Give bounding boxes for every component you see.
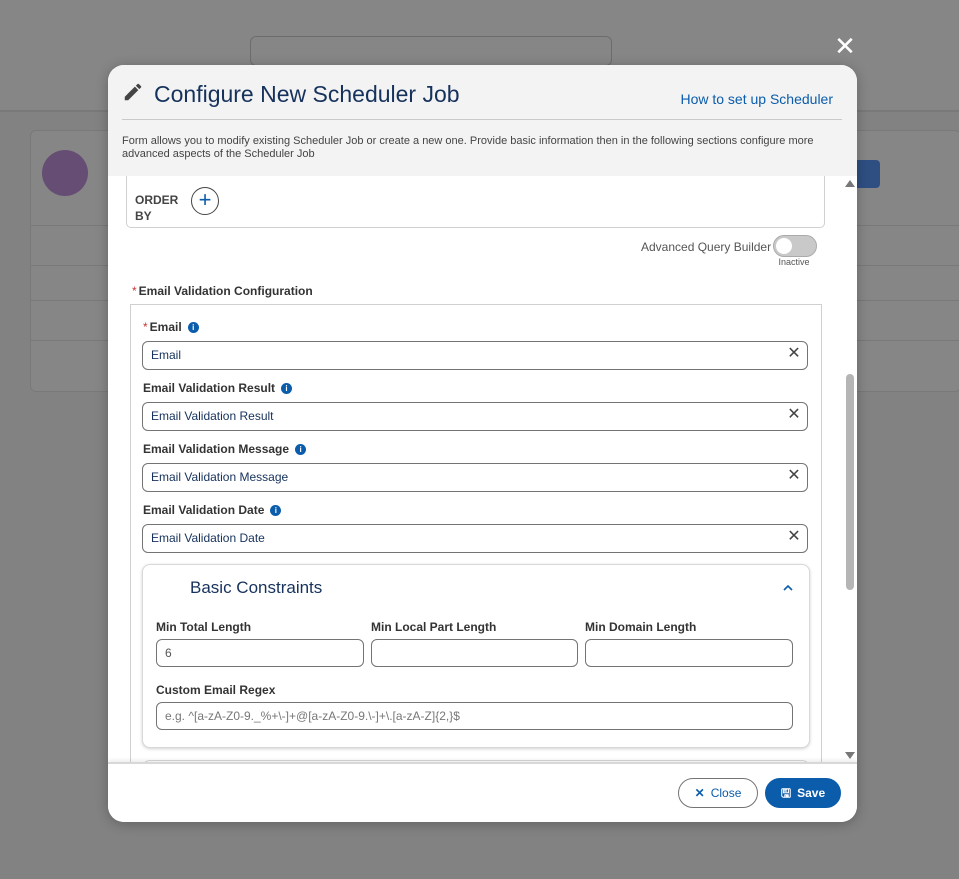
save-button-label: Save	[797, 786, 826, 800]
min-total-length-label: Min Total Length	[156, 620, 252, 634]
modal-description: Form allows you to modify existing Sched…	[122, 135, 814, 160]
email-validation-date-label: Email Validation Date i	[143, 503, 282, 517]
input-value: 6	[165, 646, 172, 660]
scrollbar-thumb[interactable]	[846, 374, 854, 590]
clear-icon[interactable]: ✕	[787, 346, 801, 362]
info-icon[interactable]: i	[270, 505, 282, 516]
custom-email-regex-label: Custom Email Regex	[156, 683, 276, 697]
min-domain-length-label: Min Domain Length	[585, 620, 697, 634]
basic-constraints-card: Basic Constraints Min Total Length 6 Min…	[142, 564, 810, 748]
chevron-up-icon[interactable]	[781, 581, 795, 595]
help-link[interactable]: How to set up Scheduler	[680, 91, 833, 107]
email-validation-result-input[interactable]: Email Validation Result ✕	[142, 402, 808, 431]
advanced-query-builder-label: Advanced Query Builder	[641, 240, 772, 254]
field-value: Email Validation Date	[151, 531, 265, 545]
order-by-label: ORDER BY	[135, 193, 179, 223]
required-marker: *	[132, 284, 137, 298]
modal-header: Configure New Scheduler Job How to set u…	[108, 65, 857, 177]
clear-icon[interactable]: ✕	[787, 529, 801, 545]
add-order-by-button[interactable]: +	[191, 187, 219, 215]
field-label-text: Email	[149, 320, 182, 334]
field-label-text: Email Validation Message	[143, 442, 290, 456]
scroll-down-arrow[interactable]	[845, 752, 855, 759]
pencil-icon	[124, 83, 142, 101]
min-domain-length-input[interactable]	[585, 639, 793, 667]
save-icon: 🖫	[780, 786, 792, 800]
email-validation-date-input[interactable]: Email Validation Date ✕	[142, 524, 808, 553]
toggle-state-label: Inactive	[778, 257, 810, 267]
regex-placeholder: e.g. ^[a-zA-Z0-9._%+\-]+@[a-zA-Z0-9.\-]+…	[165, 709, 460, 723]
email-field-input[interactable]: Email ✕	[142, 341, 808, 370]
modal-body[interactable]: ORDER BY + Advanced Query Builder Inacti…	[108, 176, 857, 762]
min-local-part-length-label: Min Local Part Length	[371, 620, 497, 634]
field-label-text: Email Validation Result	[143, 381, 276, 395]
modal-footer: ✕ Close 🖫 Save	[108, 762, 857, 822]
email-validation-message-input[interactable]: Email Validation Message ✕	[142, 463, 808, 492]
close-button[interactable]: ✕ Close	[678, 778, 758, 808]
email-validation-section: * Email i Email ✕ Email Validation Result i…	[130, 304, 822, 762]
email-validation-message-label: Email Validation Message i	[143, 442, 307, 456]
required-marker: *	[143, 320, 148, 334]
modal-close-icon[interactable]: ✕	[834, 33, 856, 59]
clear-icon[interactable]: ✕	[787, 468, 801, 484]
save-button[interactable]: 🖫 Save	[765, 778, 841, 808]
scheduler-job-modal: Configure New Scheduler Job How to set u…	[108, 65, 857, 822]
info-icon[interactable]: i	[281, 383, 293, 394]
field-value: Email Validation Message	[151, 470, 289, 484]
clear-icon[interactable]: ✕	[787, 407, 801, 423]
custom-email-regex-input[interactable]: e.g. ^[a-zA-Z0-9._%+\-]+@[a-zA-Z0-9.\-]+…	[156, 702, 793, 730]
basic-constraints-title[interactable]: Basic Constraints	[190, 578, 322, 598]
modal-title: Configure New Scheduler Job	[154, 81, 460, 107]
close-icon: ✕	[694, 786, 705, 800]
advanced-query-builder-toggle[interactable]	[773, 235, 817, 257]
field-value: Email	[151, 348, 182, 362]
email-validation-section-label: * Email Validation Configuration	[132, 284, 313, 298]
email-validation-result-label: Email Validation Result i	[143, 381, 293, 395]
min-local-part-length-input[interactable]	[371, 639, 578, 667]
close-button-label: Close	[710, 786, 742, 800]
email-field-label: * Email i	[143, 320, 199, 334]
order-by-section: ORDER BY +	[126, 176, 825, 228]
email-validation-section-title: Email Validation Configuration	[138, 284, 313, 298]
info-icon[interactable]: i	[187, 322, 199, 333]
min-total-length-input[interactable]: 6	[156, 639, 364, 667]
info-icon[interactable]: i	[295, 444, 307, 455]
scroll-up-arrow[interactable]	[845, 180, 855, 187]
header-divider	[122, 119, 842, 120]
field-label-text: Email Validation Date	[143, 503, 265, 517]
field-value: Email Validation Result	[151, 409, 274, 423]
toggle-knob	[776, 238, 792, 254]
